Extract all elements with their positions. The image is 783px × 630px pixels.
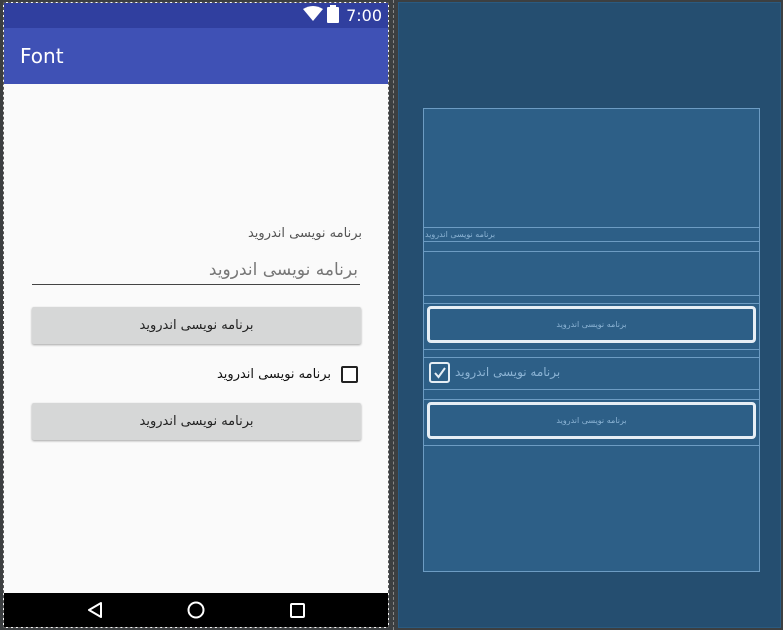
pane-splitter[interactable] (390, 0, 398, 630)
status-bar: 7:00 (4, 3, 388, 28)
blueprint-guide (424, 251, 759, 252)
recents-icon[interactable] (282, 595, 312, 625)
blueprint-guide (424, 399, 759, 400)
home-icon[interactable] (181, 595, 211, 625)
checkbox-label: برنامه نویسی اندروید (216, 366, 331, 382)
status-time: 7:00 (346, 6, 382, 25)
blueprint-guide (424, 295, 759, 296)
primary-button[interactable]: برنامه نویسی اندروید (32, 307, 361, 344)
blueprint-guide (424, 445, 759, 446)
app-title: Font (20, 44, 64, 68)
blueprint-secondary-button[interactable]: برنامه نویسی اندروید (427, 402, 756, 439)
blueprint-guide (424, 357, 759, 358)
blueprint-text-label: برنامه نویسی اندروید (425, 230, 496, 239)
blueprint-preview: برنامه نویسی اندروید برنامه نویسی اندروی… (398, 2, 781, 628)
check-icon (433, 366, 446, 379)
blueprint-guide (424, 389, 759, 390)
wifi-icon (303, 5, 324, 26)
navigation-bar (4, 593, 388, 627)
checkbox[interactable] (341, 365, 358, 383)
back-icon[interactable] (80, 595, 110, 625)
text-label: برنامه نویسی اندروید (247, 226, 362, 241)
app-bar: Font (4, 28, 388, 84)
design-preview: 7:00 Font برنامه نویسی اندروید برنامه نو… (3, 2, 389, 628)
status-icons: 7:00 (303, 4, 382, 27)
blueprint-checkbox-label: برنامه نویسی اندروید (455, 365, 561, 379)
text-input[interactable] (32, 255, 360, 285)
blueprint-guide (424, 227, 759, 228)
blueprint-guide (424, 349, 759, 350)
battery-icon (327, 4, 340, 27)
secondary-button[interactable]: برنامه نویسی اندروید (32, 403, 361, 440)
blueprint-guide (424, 241, 759, 242)
blueprint-frame: برنامه نویسی اندروید برنامه نویسی اندروی… (423, 108, 760, 572)
blueprint-checkbox[interactable] (429, 362, 450, 383)
blueprint-guide (424, 303, 759, 304)
checkbox-row[interactable]: برنامه نویسی اندروید (217, 363, 358, 385)
blueprint-primary-button[interactable]: برنامه نویسی اندروید (427, 306, 756, 343)
